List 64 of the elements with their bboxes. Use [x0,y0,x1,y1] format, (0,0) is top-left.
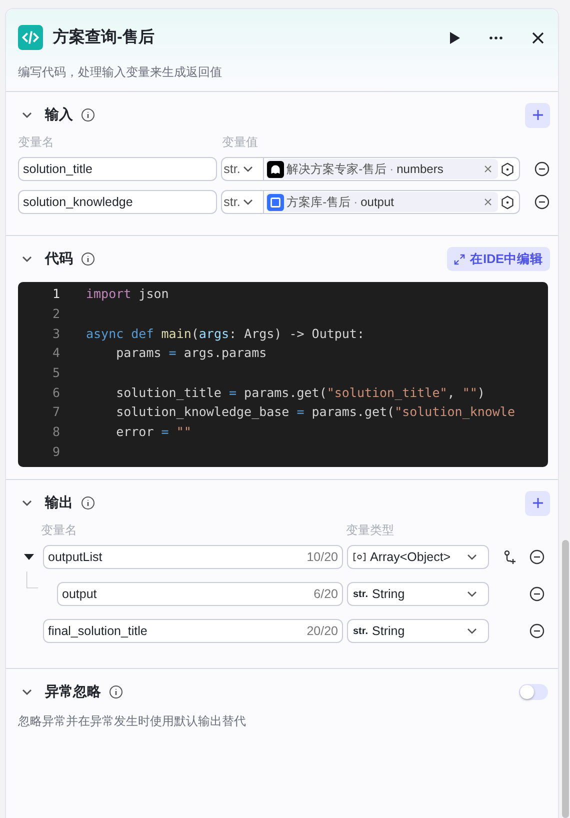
line-number: 4 [51,345,61,360]
plus-icon [532,497,544,509]
variable-picker-icon[interactable] [500,162,516,176]
line-number: 1 [51,286,61,302]
column-header: 变量值 [222,134,258,151]
close-icon[interactable] [530,30,546,46]
code-line: params = args.params [115,345,267,360]
line-number: 5 [51,365,61,380]
code-line: solution_knowledge_base = params.get("solution_knowle [115,404,515,420]
section-title: 输入 [45,106,73,124]
line-number: 6 [51,384,61,400]
variable-name-field[interactable]: output 6/20 [57,582,343,606]
expand-toggle-icon[interactable] [24,552,34,562]
code-editor[interactable] [18,282,548,467]
code-line: error = "" [115,424,192,440]
node-title: 方案查询-售后 [53,27,156,48]
edit-in-ide-button[interactable]: 在IDE中编辑 [447,247,550,271]
type-select[interactable]: str. [222,158,264,180]
column-header: 变量名 [40,522,78,539]
type-select[interactable]: str. [222,191,264,213]
type-select[interactable]: str. String [347,582,489,606]
reference-tag[interactable]: 解决方案专家-售后 · numbers [266,159,498,179]
column-header: 变量类型 [346,522,394,539]
remove-icon[interactable] [534,161,550,177]
reference-tag[interactable]: 方案库-售后 · output [266,192,498,212]
ghost-icon [266,160,284,178]
code-icon [18,25,43,50]
plus-icon [532,109,544,121]
variable-name-field[interactable]: solution_title [18,157,217,181]
section-description: 忽略异常并在异常发生时使用默认输出替代 [18,713,247,730]
variable-name-field[interactable]: solution_knowledge [18,190,217,214]
line-number: 9 [51,444,61,459]
info-icon [81,252,95,266]
brackets-icon [353,552,366,562]
info-icon [109,685,123,699]
type-select[interactable]: str. String [347,619,489,643]
variable-name-field[interactable]: outputList 10/20 [43,545,343,569]
line-number: 3 [51,326,61,341]
variable-name-field[interactable]: final_solution_title 20/20 [43,619,343,643]
section-title: 输出 [45,494,73,512]
add-button[interactable] [525,490,550,516]
node-description: 编写代码，处理输入变量来生成返回值 [18,64,223,81]
line-number: 8 [51,424,61,440]
section-title: 异常忽略 [45,683,101,701]
line-number: 2 [51,306,61,322]
code-line: async def main(args: Args) -> Output: [86,326,364,341]
toggle-switch[interactable] [519,684,548,700]
remove-icon[interactable] [529,549,545,565]
square-icon [266,194,284,210]
type-select[interactable]: Array<Object> [347,545,489,569]
code-line: import json [86,286,169,302]
code-line: solution_title = params.get("solution_title", "") [115,384,485,400]
section-title: 代码 [45,250,73,268]
add-child-icon[interactable] [502,549,518,565]
column-header: 变量名 [18,134,55,151]
info-icon [81,496,95,510]
remove-icon[interactable] [529,586,545,602]
info-icon [81,108,95,122]
line-number: 7 [51,404,61,420]
add-button[interactable] [525,102,550,128]
remove-icon[interactable] [534,194,550,210]
variable-picker-icon[interactable] [500,194,516,210]
expand-icon [454,254,466,264]
remove-icon[interactable] [529,623,545,639]
